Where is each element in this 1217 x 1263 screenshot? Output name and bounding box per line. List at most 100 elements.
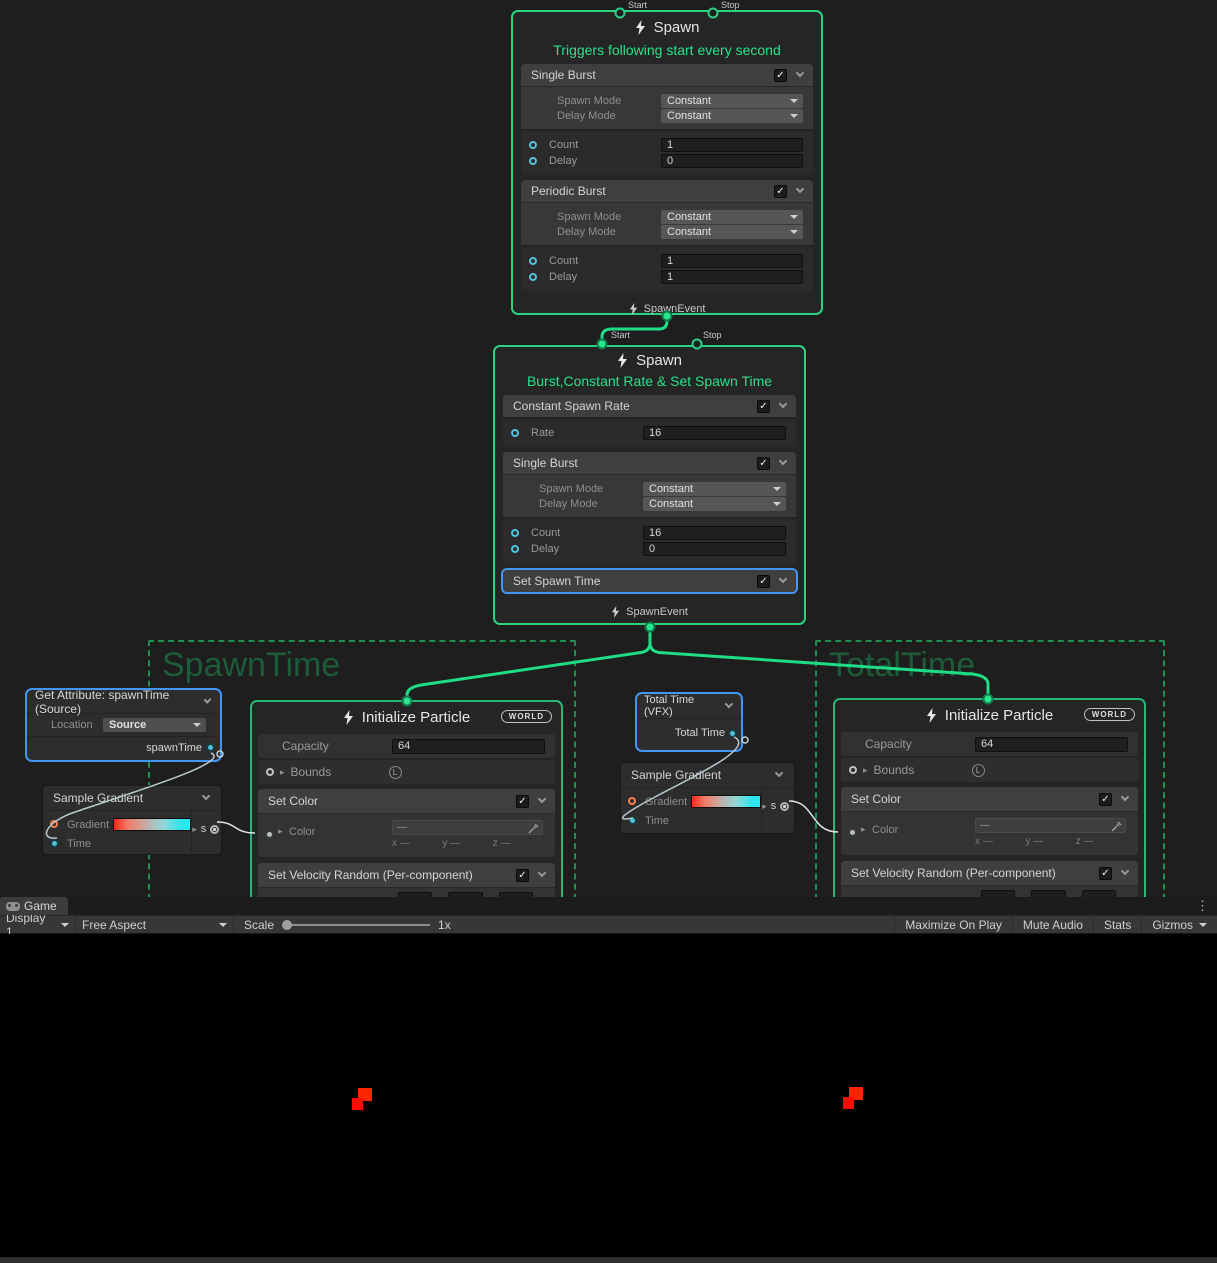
velocity-field[interactable] [398,892,432,897]
block-constant-spawn-rate[interactable]: Constant Spawn Rate ✓ Rate16 [503,395,796,447]
block-enabled-checkbox[interactable]: ✓ [757,457,770,470]
gradient-preview[interactable] [691,795,761,808]
color-field[interactable]: — [392,820,543,835]
color-field[interactable]: — [975,818,1126,833]
display-dropdown[interactable]: Display 1 [0,916,76,933]
expander-icon[interactable]: ▸ [278,826,283,837]
time-input-port[interactable] [628,816,637,825]
scale-slider-track[interactable] [292,924,430,926]
spawn-mode-dropdown[interactable]: Constant [643,482,786,496]
chevron-down-icon[interactable] [725,700,733,708]
chevron-down-icon[interactable] [202,792,210,800]
scale-slider-handle[interactable] [282,920,292,930]
sample-gradient-node[interactable]: Sample Gradient Gradient Time ▸ s [42,785,222,855]
rate-field[interactable]: 16 [643,426,786,440]
chevron-down-icon[interactable] [779,400,787,408]
block-enabled-checkbox[interactable]: ✓ [774,69,787,82]
tab-game[interactable]: Game [0,897,68,915]
spawn-mode-dropdown[interactable]: Constant [661,94,803,108]
block-single-burst[interactable]: Single Burst ✓ Spawn ModeConstant Delay … [521,64,813,175]
delay-mode-dropdown[interactable]: Constant [661,225,803,239]
velocity-field[interactable] [1082,890,1116,897]
velocity-field[interactable] [499,892,533,897]
initialize-particle-node[interactable]: Initialize Particle WORLD Capacity64 ▸Bo… [250,700,563,897]
initialize-particle-node[interactable]: Initialize Particle WORLD Capacity64 ▸Bo… [833,698,1146,897]
expander-icon[interactable]: ▸ [762,801,767,812]
time-input-port[interactable] [50,839,59,848]
capacity-field[interactable]: 64 [392,739,545,754]
spawn-node-2[interactable]: Spawn Burst,Constant Rate & Set Spawn Ti… [493,345,806,625]
gizmos-dropdown[interactable]: Gizmos [1141,916,1217,933]
aspect-dropdown[interactable]: Free Aspect [76,916,234,933]
block-enabled-checkbox[interactable]: ✓ [1099,867,1112,880]
velocity-field[interactable] [448,892,482,897]
spawntime-output-port[interactable] [206,743,215,752]
bounds-port[interactable] [849,766,857,774]
chevron-down-icon[interactable] [203,695,211,703]
gradient-preview[interactable] [113,818,191,831]
block-set-color[interactable]: Set Color ✓ ▸ Color — x — y [258,789,555,857]
delay-port[interactable] [529,273,537,281]
count-port[interactable] [529,141,537,149]
maximize-on-play-button[interactable]: Maximize On Play [894,916,1012,933]
total-time-node[interactable]: Total Time (VFX) Total Time [635,692,743,752]
sample-output-port[interactable] [780,802,789,811]
expander-icon[interactable]: ▸ [861,824,866,835]
color-input-port[interactable] [265,830,274,839]
delay-mode-dropdown[interactable]: Constant [643,497,786,511]
color-input-port[interactable] [848,828,857,837]
mute-audio-button[interactable]: Mute Audio [1012,916,1093,933]
expander-icon[interactable]: ▸ [192,824,197,835]
group-spawntime-label[interactable]: SpawnTime [150,642,574,689]
block-enabled-checkbox[interactable]: ✓ [774,185,787,198]
velocity-field[interactable] [1031,890,1065,897]
capacity-field[interactable]: 64 [975,737,1128,752]
block-set-velocity-random[interactable]: Set Velocity Random (Per-component) ✓ [841,861,1138,897]
sample-gradient-node[interactable]: Sample Gradient Gradient Time ▸ s [620,762,795,834]
location-dropdown[interactable]: Source [103,718,206,732]
chevron-down-icon[interactable] [538,795,546,803]
eyedropper-icon[interactable] [1111,821,1122,832]
sample-output-port[interactable] [210,825,219,834]
block-enabled-checkbox[interactable]: ✓ [757,575,770,588]
delay-field[interactable]: 0 [643,542,786,556]
eyedropper-icon[interactable] [528,823,539,834]
count-port[interactable] [511,529,519,537]
block-single-burst[interactable]: Single Burst ✓ Spawn ModeConstant Delay … [503,452,796,563]
expander-icon[interactable]: ▸ [863,765,868,776]
total-time-output-port[interactable] [728,729,737,738]
spawn-node-1[interactable]: Spawn Triggers following start every sec… [511,10,823,315]
rate-port[interactable] [511,429,519,437]
chevron-down-icon[interactable] [796,69,804,77]
get-attribute-node[interactable]: Get Attribute: spawnTime (Source) Locati… [25,688,222,762]
block-set-spawn-time[interactable]: Set Spawn Time ✓ [501,568,798,594]
stats-button[interactable]: Stats [1093,916,1141,933]
delay-field[interactable]: 0 [661,154,803,168]
velocity-field[interactable] [981,890,1015,897]
gradient-input-port[interactable] [628,797,636,805]
count-field[interactable]: 16 [643,526,786,540]
lock-icon[interactable]: L [389,766,402,779]
block-periodic-burst[interactable]: Periodic Burst ✓ Spawn ModeConstant Dela… [521,180,813,291]
chevron-down-icon[interactable] [538,869,546,877]
block-enabled-checkbox[interactable]: ✓ [757,400,770,413]
chevron-down-icon[interactable] [779,457,787,465]
block-set-velocity-random[interactable]: Set Velocity Random (Per-component) ✓ [258,863,555,897]
block-set-color[interactable]: Set Color ✓ ▸ Color — x — y [841,787,1138,855]
block-enabled-checkbox[interactable]: ✓ [516,869,529,882]
lock-icon[interactable]: L [972,764,985,777]
chevron-down-icon[interactable] [796,185,804,193]
delay-field[interactable]: 1 [661,270,803,284]
chevron-down-icon[interactable] [1121,793,1129,801]
group-totaltime-label[interactable]: TotalTime [817,642,1163,689]
bounds-port[interactable] [266,768,274,776]
count-field[interactable]: 1 [661,254,803,268]
delay-port[interactable] [511,545,519,553]
expander-icon[interactable]: ▸ [280,767,285,778]
world-badge[interactable]: WORLD [501,710,552,723]
spawn-mode-dropdown[interactable]: Constant [661,210,803,224]
vfx-graph-canvas[interactable]: SpawnTime TotalTime Start Stop Start Sto… [0,0,1217,897]
gradient-input-port[interactable] [50,820,58,828]
count-field[interactable]: 1 [661,138,803,152]
kebab-menu-icon[interactable]: ⋮ [1196,898,1209,914]
